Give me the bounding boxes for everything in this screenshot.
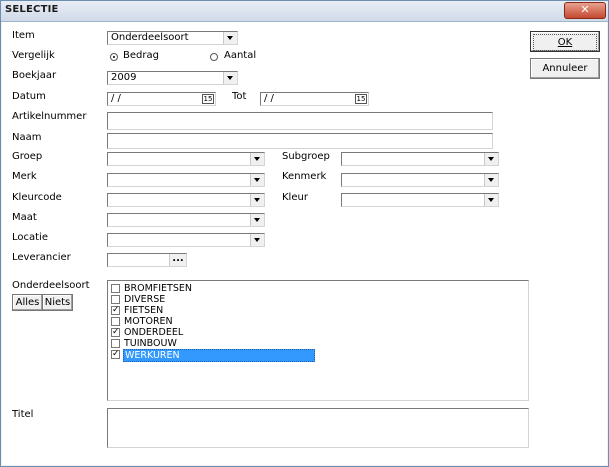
close-button[interactable]: ✕ xyxy=(564,2,606,19)
item-dropdown[interactable]: Onderdeelsoort xyxy=(107,31,238,45)
chevron-down-icon xyxy=(223,32,237,44)
calendar-icon[interactable]: 15 xyxy=(202,94,214,104)
item-label: Item xyxy=(12,30,35,41)
boekjaar-value: 2009 xyxy=(111,72,137,83)
merk-label: Merk xyxy=(12,171,37,182)
list-item-label: DIVERSE xyxy=(124,294,166,305)
dialog-body: Item Onderdeelsoort Vergelijk Bedrag Aan… xyxy=(2,22,607,465)
item-value: Onderdeelsoort xyxy=(111,32,189,43)
maat-dropdown[interactable] xyxy=(107,213,265,227)
radio-bedrag-label: Bedrag xyxy=(123,50,159,61)
leverancier-field[interactable]: ... xyxy=(107,253,187,267)
boekjaar-label: Boekjaar xyxy=(12,70,57,81)
chevron-down-icon xyxy=(484,194,498,206)
kleur-label: Kleur xyxy=(282,192,308,203)
kleur-dropdown[interactable] xyxy=(341,193,499,207)
annuleer-button[interactable]: Annuleer xyxy=(530,58,600,79)
title-bar: SELECTIE ✕ xyxy=(1,1,608,22)
list-item-label: FIETSEN xyxy=(124,305,164,316)
tot-field[interactable]: / / 15 xyxy=(260,92,369,106)
datum-value: / / xyxy=(111,93,121,104)
subgroep-label: Subgroep xyxy=(282,151,330,162)
naam-input[interactable] xyxy=(107,133,493,149)
radio-aantal-label: Aantal xyxy=(224,50,257,61)
checkbox-checked[interactable]: ✓ xyxy=(111,306,120,315)
radio-bedrag[interactable] xyxy=(110,53,118,61)
alles-button[interactable]: Alles xyxy=(12,294,43,311)
checkbox[interactable] xyxy=(111,295,120,304)
chevron-down-icon xyxy=(484,174,498,186)
chevron-down-icon xyxy=(250,174,264,186)
chevron-down-icon xyxy=(250,194,264,206)
checkbox[interactable] xyxy=(111,317,120,326)
subgroep-dropdown[interactable] xyxy=(341,152,499,166)
close-icon: ✕ xyxy=(580,3,590,16)
onderdeelsoort-list[interactable]: BROMFIETSEN DIVERSE ✓ FIETSEN MOTOREN ✓ … xyxy=(107,280,529,401)
artikelnummer-label: Artikelnummer xyxy=(12,111,87,122)
datum-label: Datum xyxy=(12,91,46,102)
chevron-down-icon xyxy=(223,72,237,84)
tot-value: / / xyxy=(264,93,274,104)
tot-label: Tot xyxy=(232,91,247,102)
boekjaar-dropdown[interactable]: 2009 xyxy=(107,71,238,85)
calendar-icon[interactable]: 15 xyxy=(355,94,367,104)
checkbox[interactable] xyxy=(111,339,120,348)
annuleer-button-label: Annuleer xyxy=(542,63,588,74)
ok-button[interactable]: OK xyxy=(530,31,600,52)
titel-textarea[interactable] xyxy=(107,408,529,448)
titel-label: Titel xyxy=(12,409,34,420)
list-item-label: BROMFIETSEN xyxy=(124,283,193,294)
list-item-label: MOTOREN xyxy=(124,316,173,327)
chevron-down-icon xyxy=(484,153,498,165)
maat-label: Maat xyxy=(12,212,37,223)
kenmerk-dropdown[interactable] xyxy=(341,173,499,187)
radio-aantal[interactable] xyxy=(210,53,218,61)
groep-dropdown[interactable] xyxy=(107,152,265,166)
kleurcode-dropdown[interactable] xyxy=(107,193,265,207)
chevron-down-icon xyxy=(250,214,264,226)
onderdeelsoort-label: Onderdeelsoort xyxy=(12,280,90,291)
kenmerk-label: Kenmerk xyxy=(282,171,327,182)
niets-button[interactable]: Niets xyxy=(42,294,73,311)
vergelijk-label: Vergelijk xyxy=(12,50,55,61)
naam-label: Naam xyxy=(12,132,42,143)
window-title: SELECTIE xyxy=(5,4,59,15)
list-item-label: TUINBOUW xyxy=(124,338,177,349)
leverancier-browse-button[interactable]: ... xyxy=(169,254,186,266)
leverancier-label: Leverancier xyxy=(12,252,71,263)
groep-label: Groep xyxy=(12,151,43,162)
ok-button-label: OK xyxy=(557,37,573,48)
list-item-label: WERKUREN xyxy=(123,349,315,362)
artikelnummer-input[interactable] xyxy=(107,112,493,130)
chevron-down-icon xyxy=(250,234,264,246)
datum-field[interactable]: / / 15 xyxy=(107,92,216,106)
locatie-dropdown[interactable] xyxy=(107,233,265,247)
chevron-down-icon xyxy=(250,153,264,165)
selectie-dialog: SELECTIE ✕ Item Onderdeelsoort Vergelijk… xyxy=(0,0,609,467)
checkbox-checked[interactable]: ✓ xyxy=(111,328,120,337)
merk-dropdown[interactable] xyxy=(107,173,265,187)
locatie-label: Locatie xyxy=(12,232,48,243)
list-item-label: ONDERDEEL xyxy=(124,327,184,338)
kleurcode-label: Kleurcode xyxy=(12,192,62,203)
checkbox-checked[interactable]: ✓ xyxy=(111,350,120,359)
checkbox[interactable] xyxy=(111,284,120,293)
